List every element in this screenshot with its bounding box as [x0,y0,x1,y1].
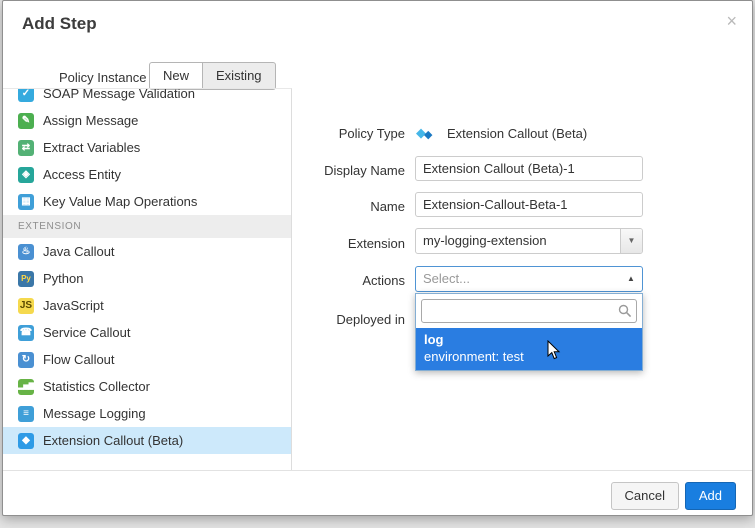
sidebar-item-assign-message[interactable]: ✎ Assign Message [3,107,291,134]
actions-dropdown-panel: log environment: test [415,293,643,371]
sidebar-item-soap-message-validation[interactable]: ✓ SOAP Message Validation [3,88,291,107]
sidebar-item-extension-callout-beta[interactable]: ◆ Extension Callout (Beta) [3,427,291,454]
sidebar-item-label: Access Entity [43,167,121,182]
modal-title: Add Step [22,14,97,34]
sidebar-item-label: Extension Callout (Beta) [43,433,183,448]
cancel-button[interactable]: Cancel [611,482,679,510]
sidebar-item-label: JavaScript [43,298,104,313]
actions-label: Actions [273,273,405,288]
java-callout-icon: ♨ [18,244,34,260]
sidebar-item-key-value-map-operations[interactable]: ▦ Key Value Map Operations [3,188,291,215]
sidebar-item-service-callout[interactable]: ☎ Service Callout [3,319,291,346]
actions-search-wrap [421,299,637,323]
assign-message-icon: ✎ [18,113,34,129]
extension-select[interactable]: my-logging-extension ▼ [415,228,643,254]
sidebar-item-java-callout[interactable]: ♨ Java Callout [3,238,291,265]
display-name-input[interactable] [415,156,643,181]
policy-instance-existing-button[interactable]: Existing [203,62,276,90]
policy-instance-label: Policy Instance [59,70,146,85]
sidebar-item-extract-variables[interactable]: ⇄ Extract Variables [3,134,291,161]
name-input[interactable] [415,192,643,217]
actions-select-value: Select... [416,267,620,291]
dropdown-option-detail: environment: test [416,348,642,366]
close-icon[interactable]: × [726,11,737,32]
policy-type-label: Policy Type [273,126,405,141]
statistics-collector-icon: ▂▅▇ [18,379,34,395]
sidebar-item-label: Extract Variables [43,140,140,155]
policy-type-list: ✓ SOAP Message Validation ✎ Assign Messa… [3,88,292,470]
policy-type-value: Extension Callout (Beta) [447,126,587,141]
soap-message-validation-icon: ✓ [18,88,34,102]
sidebar-item-label: Statistics Collector [43,379,150,394]
actions-search-input[interactable] [421,299,637,323]
sidebar-item-label: Assign Message [43,113,138,128]
sidebar-item-label: Flow Callout [43,352,115,367]
extension-select-value: my-logging-extension [416,229,620,253]
sidebar-item-statistics-collector[interactable]: ▂▅▇ Statistics Collector [3,373,291,400]
sidebar-item-javascript[interactable]: JS JavaScript [3,292,291,319]
sidebar-item-access-entity[interactable]: ◈ Access Entity [3,161,291,188]
access-entity-icon: ◈ [18,167,34,183]
sidebar-item-label: Service Callout [43,325,130,340]
dropdown-option-name: log [416,330,642,348]
sidebar-item-label: Python [43,271,83,286]
extension-callout-icon: ◆ [18,433,34,449]
sidebar-item-python[interactable]: Py Python [3,265,291,292]
sidebar-item-label: Message Logging [43,406,146,421]
dropdown-option-log[interactable]: log environment: test [416,328,642,370]
footer-divider [3,470,752,471]
sidebar-item-label: Java Callout [43,244,115,259]
actions-select[interactable]: Select... ▲ [415,266,643,292]
policy-instance-toggle: New Existing [149,62,276,90]
extension-label: Extension [273,236,405,251]
extract-variables-icon: ⇄ [18,140,34,156]
service-callout-icon: ☎ [18,325,34,341]
sidebar-item-flow-callout[interactable]: ↻ Flow Callout [3,346,291,373]
add-button[interactable]: Add [685,482,736,510]
policy-instance-new-button[interactable]: New [149,62,203,90]
sidebar-section-extension: EXTENSION [3,215,291,238]
add-step-modal: Add Step × Policy Instance New Existing … [2,0,753,516]
message-logging-icon: ≡ [18,406,34,422]
deployed-in-label: Deployed in [273,312,405,327]
display-name-label: Display Name [273,163,405,178]
python-icon: Py [18,271,34,287]
search-icon [618,304,632,318]
chevron-down-icon[interactable]: ▼ [620,229,642,253]
javascript-icon: JS [18,298,34,314]
sidebar-item-message-logging[interactable]: ≡ Message Logging [3,400,291,427]
name-label: Name [273,199,405,214]
key-value-map-icon: ▦ [18,194,34,210]
flow-callout-icon: ↻ [18,352,34,368]
chevron-up-icon[interactable]: ▲ [620,267,642,291]
extension-callout-beta-icon: ◆ ◆ [416,124,438,142]
mouse-cursor [547,340,561,365]
sidebar-item-label: Key Value Map Operations [43,194,197,209]
sidebar-item-label: SOAP Message Validation [43,88,195,101]
policy-type-value-row: ◆ ◆ Extension Callout (Beta) [416,123,587,143]
